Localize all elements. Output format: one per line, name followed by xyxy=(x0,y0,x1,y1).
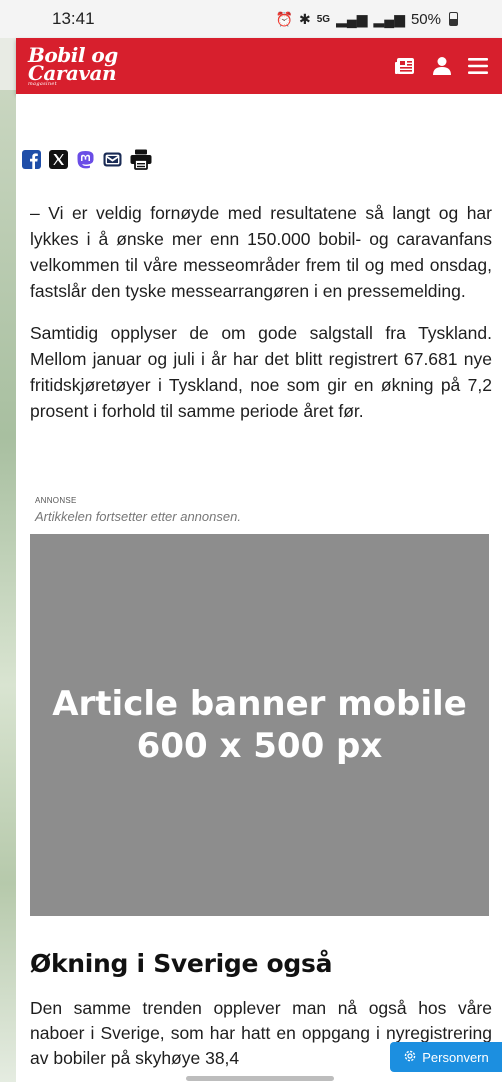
header-actions xyxy=(394,56,488,76)
x-icon[interactable] xyxy=(49,150,68,174)
privacy-label: Personvern xyxy=(422,1049,489,1065)
battery-percent: 50% xyxy=(410,10,441,28)
site-header: Bobil og Caravan magasinet xyxy=(16,38,502,94)
section-heading: Økning i Sverige også xyxy=(30,949,333,978)
status-time: 13:41 xyxy=(52,9,95,28)
home-indicator[interactable] xyxy=(186,1076,334,1081)
ad-banner[interactable]: Article banner mobile 600 x 500 px xyxy=(30,534,489,916)
ad-label: ANNONSE xyxy=(35,496,77,505)
facebook-icon[interactable] xyxy=(22,150,41,174)
article-page: – Vi er veldig fornøyde med resultatene … xyxy=(16,94,502,1082)
site-logo[interactable]: Bobil og Caravan magasinet xyxy=(28,45,118,87)
ad-note: Artikkelen fortsetter etter annonsen. xyxy=(35,509,241,524)
print-icon[interactable] xyxy=(130,149,152,175)
mastodon-icon[interactable] xyxy=(76,150,95,174)
signal-icon: ▂▄▆ xyxy=(336,10,368,27)
ad-banner-line-2: 600 x 500 px xyxy=(136,726,383,766)
ad-banner-line-1: Article banner mobile xyxy=(52,684,467,724)
status-icons: ⏰ ✱ 5G ▂▄▆ ▂▄▆ 50% xyxy=(276,11,458,28)
gear-icon xyxy=(403,1049,417,1066)
article-paragraph-1: – Vi er veldig fornøyde med resultatene … xyxy=(30,203,492,301)
newspaper-icon[interactable] xyxy=(394,56,416,76)
share-bar xyxy=(22,149,152,175)
logo-line-2: Caravan xyxy=(28,60,116,85)
email-icon[interactable] xyxy=(103,150,122,174)
article-paragraph-2: Samtidig opplyser de om gode salgstall f… xyxy=(30,323,492,421)
background-edge xyxy=(0,90,16,1082)
bluetooth-icon: ✱ xyxy=(298,10,311,27)
privacy-button[interactable]: Personvern xyxy=(390,1042,502,1072)
status-bar: 13:41 ⏰ ✱ 5G ▂▄▆ ▂▄▆ 50% xyxy=(0,0,502,38)
signal-icon-2: ▂▄▆ xyxy=(373,10,405,27)
user-icon[interactable] xyxy=(432,56,452,76)
article-body: – Vi er veldig fornøyde med resultatene … xyxy=(30,200,492,440)
network-type-icon: 5G xyxy=(316,13,331,25)
alarm-icon: ⏰ xyxy=(275,10,293,27)
menu-icon[interactable] xyxy=(468,57,488,75)
battery-icon xyxy=(449,12,458,26)
